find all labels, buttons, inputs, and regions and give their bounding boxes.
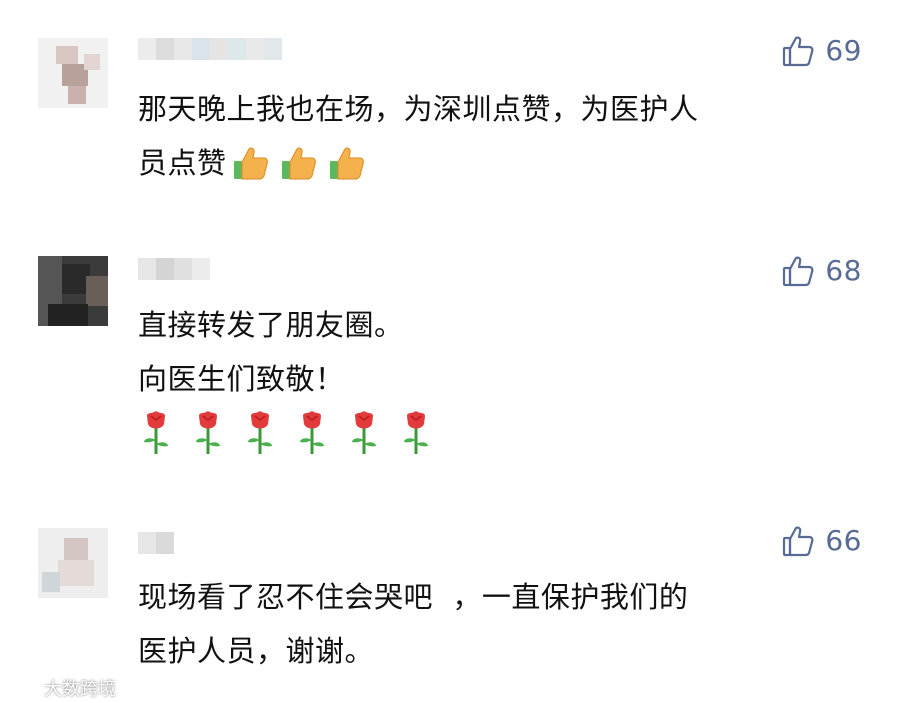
like-count: 69 bbox=[825, 34, 862, 67]
thumbs-up-outline-icon bbox=[783, 526, 814, 557]
comment-line: 直接转发了朋友圈。 bbox=[138, 308, 404, 342]
comment-text: 现场看了忍不住会哭吧 ，一直保护我们的 医护人员，谢谢。 bbox=[138, 570, 688, 678]
like-button[interactable]: 66 bbox=[781, 524, 862, 558]
rose-emoji-icon bbox=[196, 411, 220, 454]
comment-text: 那天晚上我也在场，为深圳点赞，为医护人 员点赞 bbox=[138, 82, 699, 190]
avatar[interactable] bbox=[38, 256, 108, 326]
like-button[interactable]: 68 bbox=[781, 254, 862, 288]
like-button[interactable]: 69 bbox=[781, 34, 862, 68]
brand-logo-icon bbox=[12, 680, 40, 696]
avatar[interactable] bbox=[38, 528, 108, 598]
rose-emoji-icon bbox=[248, 411, 272, 454]
rose-emoji-icon bbox=[352, 411, 376, 454]
thumbs-up-emoji-icon bbox=[281, 147, 316, 180]
watermark: 大数跨境 bbox=[10, 675, 116, 701]
nickname-blurred bbox=[138, 532, 174, 556]
rose-emoji-icon bbox=[300, 411, 324, 454]
comment-line: 那天晚上我也在场，为深圳点赞，为医护人 bbox=[138, 92, 699, 126]
comment-text: 直接转发了朋友圈。 向医生们致敬！ bbox=[138, 298, 434, 456]
emoji-group bbox=[138, 410, 434, 456]
emoji-group bbox=[231, 143, 367, 183]
like-count: 68 bbox=[825, 254, 862, 287]
avatar[interactable] bbox=[38, 38, 108, 108]
thumbs-up-emoji-icon bbox=[233, 147, 268, 180]
thumbs-up-outline-icon bbox=[783, 36, 814, 67]
watermark-text: 大数跨境 bbox=[44, 679, 116, 700]
comment-line: 向医生们致敬！ bbox=[138, 362, 345, 396]
rose-emoji-icon bbox=[404, 411, 428, 454]
comment-line-text: 员点赞 bbox=[138, 146, 227, 180]
nickname-blurred bbox=[138, 38, 282, 62]
comment-line: 现场看了忍不住会哭吧 ，一直保护我们的 bbox=[138, 580, 689, 614]
comment-line: 员点赞 bbox=[138, 136, 699, 190]
like-count: 66 bbox=[825, 524, 862, 557]
nickname-blurred bbox=[138, 258, 210, 282]
thumbs-up-outline-icon bbox=[783, 256, 814, 287]
rose-emoji-icon bbox=[144, 411, 168, 454]
comment-line: 医护人员，谢谢。 bbox=[138, 634, 375, 668]
thumbs-up-emoji-icon bbox=[329, 147, 364, 180]
